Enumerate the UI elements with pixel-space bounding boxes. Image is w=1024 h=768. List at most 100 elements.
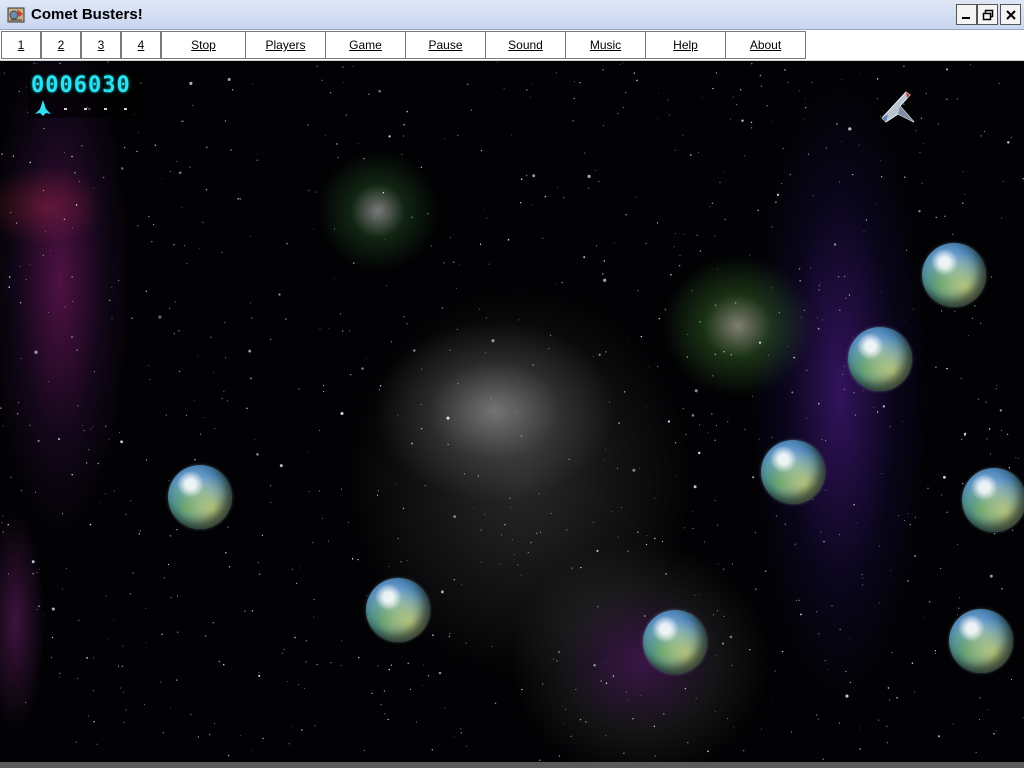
star <box>449 633 451 635</box>
star <box>555 72 557 74</box>
star <box>63 218 66 220</box>
star <box>812 195 814 197</box>
star <box>8 276 11 278</box>
star <box>621 507 623 509</box>
menu-about[interactable]: About <box>725 31 806 59</box>
star <box>401 154 403 155</box>
restore-icon <box>982 9 993 20</box>
star <box>108 438 110 440</box>
star <box>731 563 733 565</box>
star <box>715 655 717 657</box>
star <box>406 110 408 113</box>
game-field[interactable]: 0006030 <box>0 61 1024 762</box>
star <box>138 132 139 134</box>
star <box>443 262 445 264</box>
star <box>198 247 200 249</box>
comet <box>922 243 986 307</box>
star <box>218 660 221 663</box>
menu-stop-button[interactable]: Stop <box>161 31 246 59</box>
menu-player-4[interactable]: 4 <box>121 31 161 59</box>
menu-pause[interactable]: Pause <box>405 31 486 59</box>
star <box>340 664 342 667</box>
star <box>674 149 676 151</box>
star <box>464 473 466 475</box>
star <box>975 751 977 753</box>
star <box>957 614 958 616</box>
star <box>995 388 997 390</box>
star <box>879 160 881 162</box>
minimize-button[interactable] <box>956 4 977 25</box>
star <box>296 582 298 584</box>
menu-sound[interactable]: Sound <box>485 31 566 59</box>
star <box>733 726 735 728</box>
score-panel: 0006030 <box>28 72 144 118</box>
close-button[interactable] <box>1000 4 1021 25</box>
star <box>602 125 604 127</box>
star <box>744 155 746 157</box>
star <box>39 568 40 570</box>
star <box>89 523 92 526</box>
star <box>958 607 960 609</box>
star <box>784 69 786 71</box>
star <box>129 593 131 595</box>
menu-game[interactable]: Game <box>325 31 406 59</box>
star <box>384 238 386 240</box>
star <box>447 443 449 446</box>
star <box>685 433 687 435</box>
star <box>674 233 677 235</box>
star <box>914 555 916 557</box>
menu-help[interactable]: Help <box>645 31 726 59</box>
star <box>789 174 791 176</box>
star <box>509 497 511 499</box>
star <box>714 439 716 441</box>
star <box>713 235 716 237</box>
star <box>839 533 841 535</box>
star <box>818 289 820 291</box>
star <box>145 642 147 643</box>
star <box>570 735 572 737</box>
star <box>117 665 120 667</box>
star <box>431 749 433 751</box>
star <box>427 213 429 215</box>
star <box>775 515 778 517</box>
star <box>821 319 823 321</box>
comet <box>366 578 430 642</box>
star <box>696 234 698 236</box>
star <box>254 438 256 440</box>
star <box>821 438 823 441</box>
star <box>203 417 205 418</box>
star <box>784 523 787 525</box>
star <box>538 493 540 495</box>
star <box>494 702 497 704</box>
star <box>990 453 992 455</box>
menu-player-2[interactable]: 2 <box>41 31 81 59</box>
star <box>694 594 696 596</box>
comet <box>761 440 825 504</box>
star <box>755 588 757 590</box>
star <box>548 481 550 483</box>
star <box>86 462 88 464</box>
star <box>26 87 28 89</box>
title-bar[interactable]: Comet Busters! <box>0 0 1024 30</box>
menu-player-3[interactable]: 3 <box>81 31 121 59</box>
star <box>861 573 863 576</box>
star <box>904 176 906 178</box>
star <box>626 340 628 342</box>
restore-button[interactable] <box>977 4 998 25</box>
star <box>137 225 139 227</box>
star <box>477 475 479 477</box>
spaceship-icon <box>881 91 915 123</box>
star <box>925 92 927 94</box>
star <box>838 181 840 183</box>
star <box>466 745 468 747</box>
star <box>845 694 849 698</box>
star <box>19 265 21 267</box>
menu-player-1[interactable]: 1 <box>1 31 41 59</box>
star <box>455 288 457 289</box>
menu-players[interactable]: Players <box>245 31 326 59</box>
star <box>751 127 753 129</box>
star <box>1006 433 1009 436</box>
star <box>701 96 703 98</box>
menu-music[interactable]: Music <box>565 31 646 59</box>
star <box>76 349 78 351</box>
